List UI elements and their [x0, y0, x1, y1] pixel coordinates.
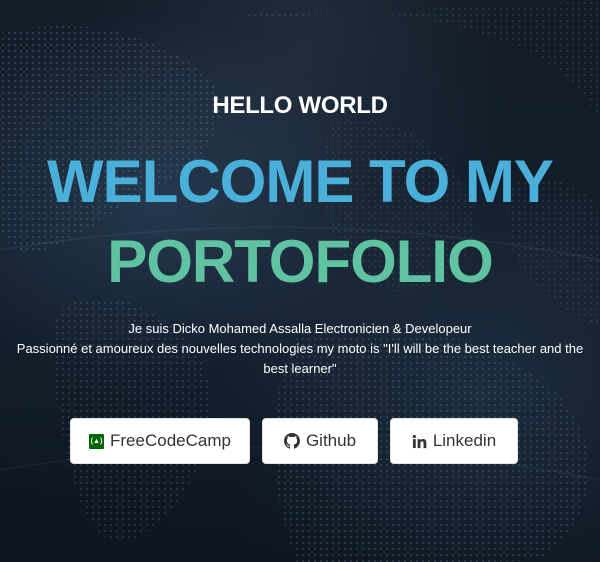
greeting-heading: HELLO WORLD [212, 92, 388, 119]
intro-line-name: Je suis Dicko Mohamed Assalla Electronic… [128, 321, 472, 336]
intro-text: Je suis Dicko Mohamed Assalla Electronic… [10, 319, 590, 379]
github-button[interactable]: Github [262, 418, 378, 464]
linkedin-label: Linkedin [432, 431, 497, 450]
linkedin-button[interactable]: Linkedin [390, 418, 518, 464]
freecodecamp-icon: (▲) [89, 433, 105, 449]
portfolio-title: PORTOFOLIO [107, 228, 494, 295]
github-label: Github [305, 431, 357, 450]
linkedin-icon [412, 434, 427, 449]
welcome-title: WELCOME TO MY [47, 148, 554, 215]
freecodecamp-label: FreeCodeCamp [110, 431, 231, 450]
hero-section: HELLO WORLD WELCOME TO MY PORTOFOLIO Je … [0, 0, 600, 562]
github-icon [283, 433, 300, 449]
intro-line-motto: Passionné et amoureux des nouvelles tech… [16, 341, 584, 376]
freecodecamp-button[interactable]: (▲) FreeCodeCamp [70, 418, 250, 464]
